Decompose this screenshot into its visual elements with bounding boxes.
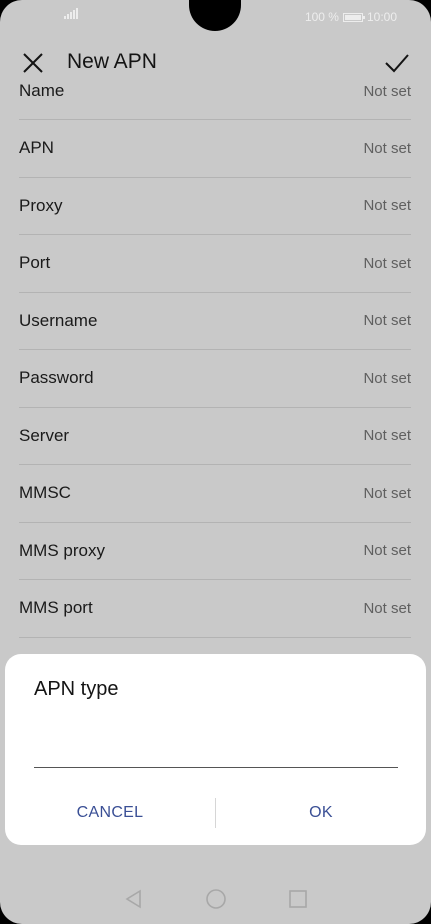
field-value: Not set (363, 599, 411, 617)
field-label: Port (19, 253, 51, 273)
field-label: MMS proxy (19, 540, 105, 560)
field-row-server[interactable]: Server Not set (19, 408, 411, 465)
field-label: Proxy (19, 195, 63, 215)
apn-type-input[interactable] (34, 734, 398, 768)
clock: 10:00 (366, 10, 397, 24)
camera-notch (189, 0, 241, 31)
ok-button[interactable]: OK (216, 804, 426, 822)
field-row-proxy[interactable]: Proxy Not set (19, 178, 411, 235)
field-label: Password (19, 368, 94, 388)
field-row-name[interactable]: Name Not set (19, 63, 411, 120)
battery-percent: 100 % (304, 10, 339, 24)
back-icon[interactable] (123, 888, 145, 910)
cancel-button[interactable]: CANCEL (5, 804, 215, 822)
field-row-password[interactable]: Password Not set (19, 350, 411, 408)
field-row-port[interactable]: Port Not set (19, 235, 411, 293)
dialog-title: APN type (34, 678, 119, 700)
field-value: Not set (363, 197, 411, 215)
field-value: Not set (363, 369, 411, 387)
field-row-mms-proxy[interactable]: MMS proxy Not set (19, 523, 411, 580)
field-value: Not set (363, 312, 411, 330)
field-row-mmsc[interactable]: MMSC Not set (19, 465, 411, 523)
dialog-actions: CANCEL OK (5, 797, 426, 829)
signal-icon (64, 8, 78, 19)
apn-field-list: Name Not set APN Not set Proxy Not set P… (19, 63, 411, 638)
field-row-username[interactable]: Username Not set (19, 293, 411, 350)
field-value: Not set (363, 427, 411, 445)
field-label: MMS port (19, 598, 93, 618)
phone-screen: 100 % 10:00 New APN Name Not set APN Not… (0, 0, 431, 924)
field-row-mms-port[interactable]: MMS port Not set (19, 580, 411, 638)
recents-icon[interactable] (287, 888, 309, 910)
field-value: Not set (363, 82, 411, 100)
field-label: APN (19, 138, 54, 158)
field-value: Not set (363, 139, 411, 157)
status-right: 100 % 10:00 (305, 8, 397, 26)
system-nav-bar (0, 874, 431, 924)
field-value: Not set (363, 542, 411, 560)
field-label: MMSC (19, 483, 71, 503)
battery-icon (342, 12, 365, 22)
field-label: Name (19, 81, 65, 100)
home-icon[interactable] (205, 888, 227, 910)
field-label: Server (19, 425, 70, 445)
apn-type-dialog: APN type CANCEL OK (5, 654, 426, 845)
field-value: Not set (363, 484, 411, 502)
signal-indicator (64, 8, 78, 26)
field-label: Username (19, 310, 98, 330)
field-value: Not set (363, 254, 411, 272)
field-row-apn[interactable]: APN Not set (19, 120, 411, 178)
